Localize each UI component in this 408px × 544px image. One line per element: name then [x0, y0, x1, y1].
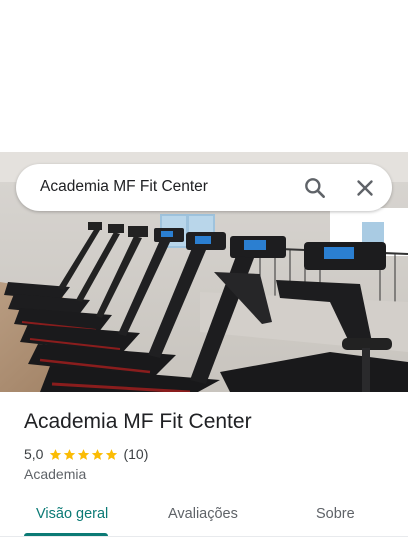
top-blank-area — [0, 0, 408, 152]
search-icon — [305, 178, 325, 198]
review-count[interactable]: (10) — [123, 446, 148, 462]
star-icon — [92, 448, 104, 460]
star-icon — [106, 448, 118, 460]
tab-reviews[interactable]: Avaliações — [168, 506, 238, 522]
search-input[interactable]: Academia MF Fit Center — [40, 178, 208, 196]
tab-about[interactable]: Sobre — [316, 506, 355, 522]
close-icon — [357, 180, 373, 196]
tabs-divider — [0, 536, 408, 537]
clear-search-button[interactable] — [352, 175, 378, 201]
rating-row[interactable]: 5,0 (10) — [24, 445, 148, 463]
rating-value: 5,0 — [24, 446, 44, 462]
star-icon — [50, 448, 62, 460]
place-category: Academia — [24, 466, 87, 482]
place-title: Academia MF Fit Center — [24, 410, 252, 433]
rating-stars — [49, 448, 119, 461]
place-info-panel: Academia MF Fit Center 5,0 (10) Academia… — [0, 392, 408, 544]
search-bar[interactable]: Academia MF Fit Center — [16, 164, 392, 211]
star-icon — [64, 448, 76, 460]
search-button[interactable] — [302, 175, 328, 201]
star-icon — [78, 448, 90, 460]
place-tabs: Visão geral Avaliações Sobre — [0, 496, 408, 544]
tab-overview[interactable]: Visão geral — [36, 506, 108, 522]
